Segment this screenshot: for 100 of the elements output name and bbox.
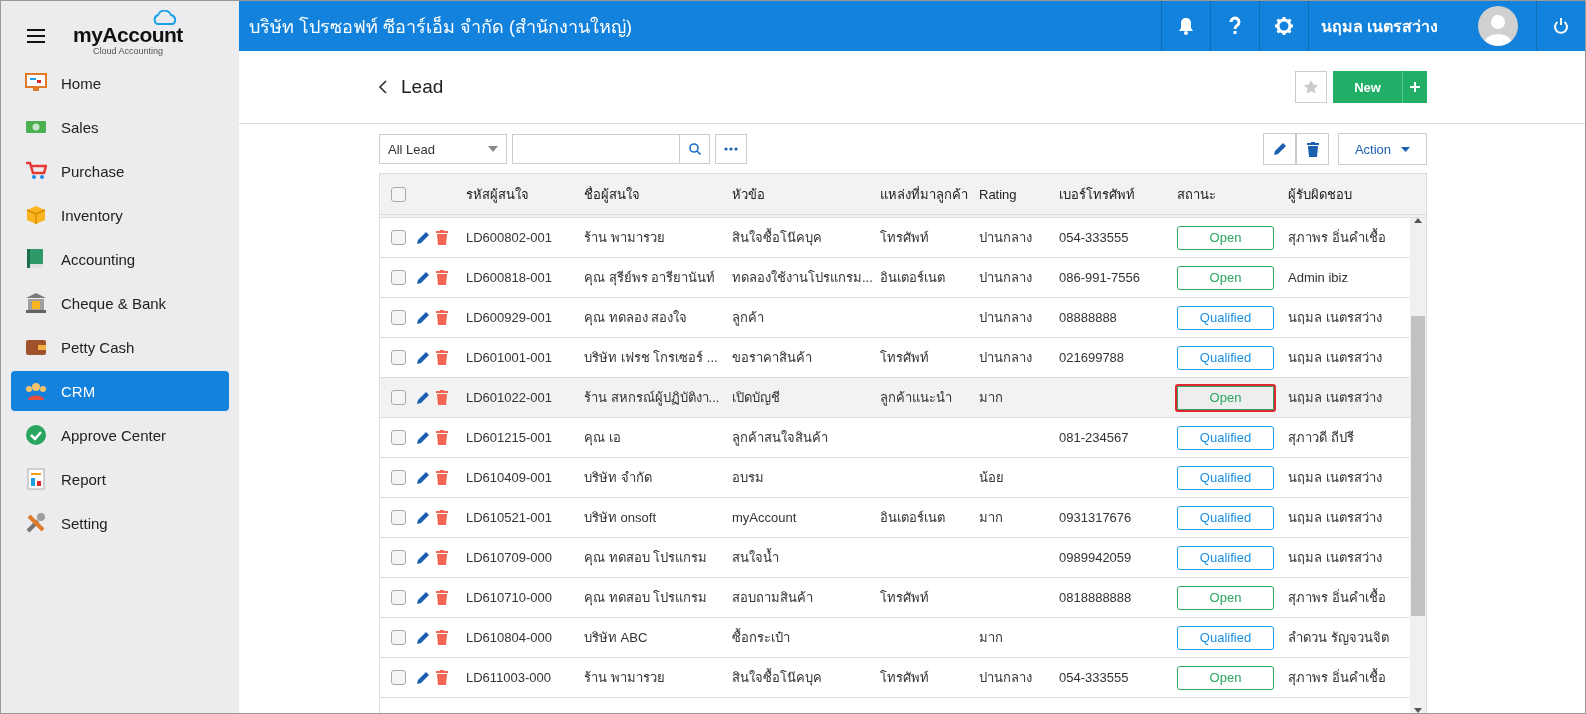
more-button[interactable] [715, 134, 747, 164]
sidebar-item[interactable]: Accounting [11, 239, 229, 279]
delete-button[interactable] [1296, 133, 1329, 165]
sidebar-item[interactable]: Setting [11, 503, 229, 543]
trash-icon[interactable] [436, 590, 448, 605]
table-row[interactable]: LD601022-001 ร้าน สหกรณ์ผู้ปฏิบัติงา... เปิดบัญชี ลูกค้าแนะนำ มาก Open นฤมล เนตรสว่าง [380, 378, 1410, 418]
filter-dropdown[interactable]: All Lead [379, 134, 507, 164]
sidebar-item[interactable]: Petty Cash [11, 327, 229, 367]
table-cell: สินใจซื้อโน๊คบุค [732, 670, 822, 685]
table-cell: ลูกค้าสนใจสินค้า [732, 430, 828, 445]
action-button[interactable]: Action [1338, 133, 1427, 165]
status-badge[interactable]: Qualified [1177, 305, 1274, 330]
edit-button[interactable] [1263, 133, 1296, 165]
sidebar-item[interactable]: Home [11, 63, 229, 103]
trash-icon[interactable] [436, 270, 448, 285]
trash-icon[interactable] [436, 310, 448, 325]
table-cell: LD600929-001 [466, 310, 553, 325]
sidebar-item[interactable]: CRM [11, 371, 229, 411]
sidebar-item[interactable]: Purchase [11, 151, 229, 191]
pencil-icon[interactable] [416, 550, 430, 565]
status-badge[interactable]: Qualified [1177, 625, 1274, 650]
pencil-icon[interactable] [416, 270, 430, 285]
table-cell: LD610710-000 [466, 590, 553, 605]
trash-icon[interactable] [436, 430, 448, 445]
table-row[interactable]: LD610409-001 บริษัท จำกัด อบรม น้อย Qualified นฤมล เนตรสว่าง [380, 458, 1410, 498]
table-row[interactable]: LD601215-001 คุณ เอ ลูกค้าสนใจสินค้า 081-234567 Qualified สุภาวดี ถีปรี [380, 418, 1410, 458]
trash-icon[interactable] [436, 510, 448, 525]
row-checkbox[interactable] [390, 230, 406, 245]
trash-icon[interactable] [436, 470, 448, 485]
status-badge[interactable]: Qualified [1177, 465, 1274, 490]
status-badge[interactable]: Qualified [1177, 425, 1274, 450]
power-icon[interactable] [1553, 17, 1569, 35]
trash-icon[interactable] [436, 390, 448, 405]
bell-icon[interactable] [1177, 17, 1194, 35]
back-icon[interactable] [379, 80, 387, 94]
table-cell: ร้าน สหกรณ์ผู้ปฏิบัติงา... [584, 390, 720, 405]
select-all-checkbox[interactable] [390, 186, 406, 202]
cart-icon [25, 160, 47, 182]
pencil-icon[interactable] [416, 310, 430, 325]
sidebar-item[interactable]: Inventory [11, 195, 229, 235]
favorite-button[interactable] [1295, 71, 1327, 103]
pencil-icon[interactable] [416, 670, 430, 685]
help-icon[interactable] [1227, 16, 1242, 36]
table-cell: 0989942059 [1059, 550, 1132, 565]
sidebar-item[interactable]: Cheque & Bank [11, 283, 229, 323]
search-button[interactable] [680, 134, 710, 164]
table-row[interactable]: LD600802-001 ร้าน พามารวย สินใจซื้อโน๊คบุค โทรศัพท์ ปานกลาง 054-333555 Open สุภาพร อิ่นคำเชื้อ [380, 218, 1410, 258]
status-badge[interactable]: Qualified [1177, 345, 1274, 370]
trash-icon[interactable] [436, 670, 448, 685]
table-cell: สอบถามสินค้า [732, 590, 813, 605]
table-row[interactable]: LD600818-001 คุณ สุรีย์พร อารียานันท์ ทดลองใช้งานโปรแกรม... อินเตอร์เนต ปานกลาง 086-991-7556 Open Admin ibiz [380, 258, 1410, 298]
scrollbar[interactable] [1410, 218, 1426, 713]
trash-icon[interactable] [436, 630, 448, 645]
table-row[interactable]: LD610521-001 บริษัท onsoft myAccount อินเตอร์เนต มาก 0931317676 Qualified นฤมล เนตรสว่าง [380, 498, 1410, 538]
sidebar-item[interactable]: Sales [11, 107, 229, 147]
pencil-icon[interactable] [416, 590, 430, 605]
settings-icon[interactable] [1273, 16, 1294, 36]
add-button[interactable] [1402, 71, 1427, 103]
sidebar-item[interactable]: Report [11, 459, 229, 499]
pencil-icon[interactable] [416, 510, 430, 525]
row-checkbox[interactable] [390, 470, 406, 485]
pencil-icon[interactable] [416, 350, 430, 365]
status-badge[interactable]: Qualified [1177, 545, 1274, 570]
table-cell: นฤมล เนตรสว่าง [1288, 390, 1382, 405]
table-row[interactable]: LD610804-000 บริษัท ABC ซื้อกระเป๋า มาก Qualified ลำดวน รัญจวนจิต [380, 618, 1410, 658]
trash-icon[interactable] [436, 350, 448, 365]
row-checkbox[interactable] [390, 310, 406, 325]
avatar[interactable] [1478, 6, 1518, 46]
search-field[interactable] [512, 134, 680, 164]
table-cell: LD610521-001 [466, 510, 553, 525]
table-cell: 081-234567 [1059, 430, 1129, 445]
table-cell: ลำดวน รัญจวนจิต [1288, 630, 1389, 645]
table-cell: 054-333555 [1059, 670, 1129, 685]
table-row[interactable]: LD600929-001 คุณ ทดลอง สองใจ ลูกค้า ปานกลาง 08888888 Qualified นฤมล เนตรสว่าง [380, 298, 1410, 338]
pencil-icon[interactable] [416, 430, 430, 445]
plus-icon [1410, 82, 1420, 92]
table-row[interactable]: LD610710-000 คุณ ทดสอบ โปรแกรม สอบถามสินค้า โทรศัพท์ 0818888888 Open สุภาพร อิ่นคำเชื้อ [380, 578, 1410, 618]
pencil-icon[interactable] [416, 230, 430, 245]
row-checkbox[interactable] [390, 550, 406, 565]
row-checkbox[interactable] [390, 390, 406, 405]
trash-icon[interactable] [436, 550, 448, 565]
status-badge[interactable]: Qualified [1177, 505, 1274, 530]
table-cell: ซื้อกระเป๋า [732, 630, 790, 645]
pencil-icon[interactable] [416, 390, 430, 405]
trash-icon[interactable] [436, 230, 448, 245]
row-checkbox[interactable] [390, 630, 406, 645]
row-checkbox[interactable] [390, 590, 406, 605]
row-checkbox[interactable] [390, 350, 406, 365]
row-checkbox[interactable] [390, 670, 406, 685]
sidebar-item[interactable]: Approve Center [11, 415, 229, 455]
menu-icon[interactable] [27, 29, 45, 43]
table-cell: สุภาพร อิ่นคำเชื้อ [1288, 670, 1386, 685]
row-checkbox[interactable] [390, 270, 406, 285]
row-checkbox[interactable] [390, 430, 406, 445]
table-cell: คุณ เอ [584, 430, 621, 445]
table-row[interactable]: LD610709-000 คุณ ทดสอบ โปรแกรม สนใจน้ำ 0989942059 Qualified นฤมล เนตรสว่าง [380, 538, 1410, 578]
row-checkbox[interactable] [390, 510, 406, 525]
pencil-icon[interactable] [416, 470, 430, 485]
table-row[interactable]: LD611003-000 ร้าน พามารวย สินใจซื้อโน๊คบุค โทรศัพท์ ปานกลาง 054-333555 Open สุภาพร อิ่นคำเชื้อ [380, 658, 1410, 698]
pencil-icon[interactable] [416, 630, 430, 645]
